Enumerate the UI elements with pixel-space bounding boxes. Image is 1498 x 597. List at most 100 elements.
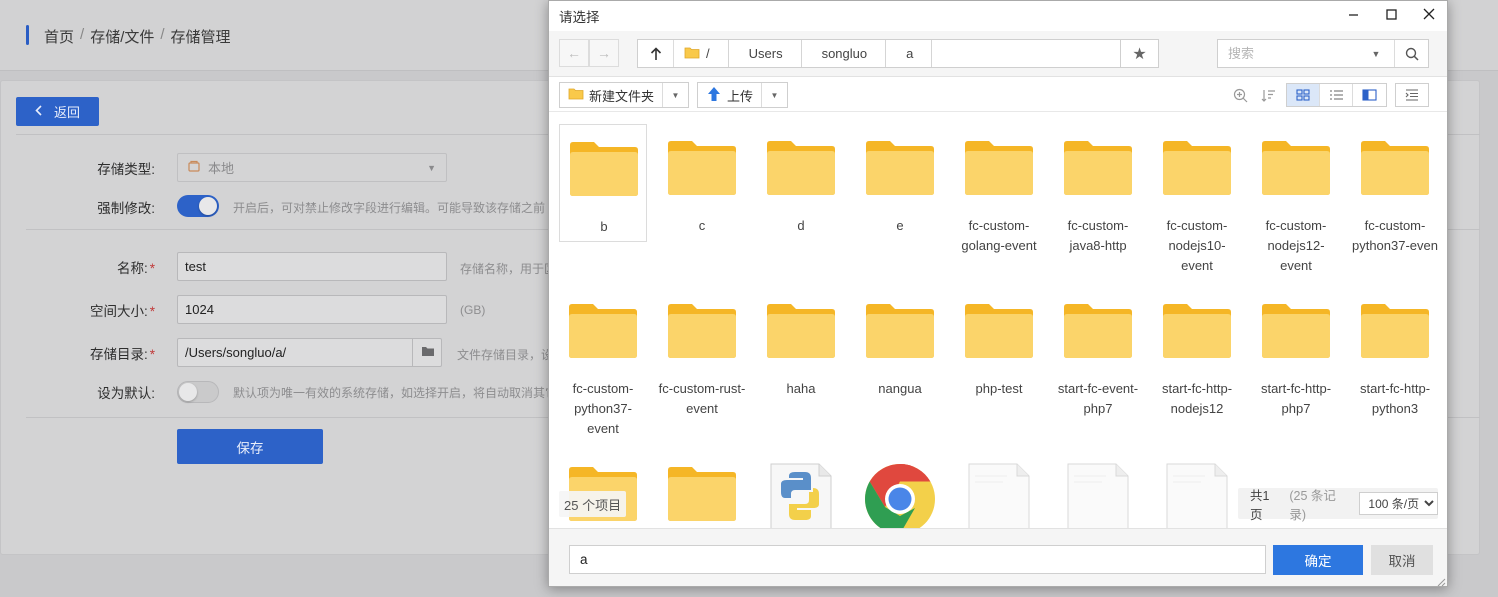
file-name: haha <box>786 381 816 396</box>
dir-hint: 文件存储目录，设 <box>457 348 554 362</box>
new-folder-button[interactable]: 新建文件夹 ▼ <box>559 82 690 108</box>
force-modify-hint: 开启后，可对禁止修改字段进行编辑。可能导致该存储之前 <box>233 201 546 215</box>
document-icon <box>963 462 1035 528</box>
size-unit-hint: (GB) <box>460 303 486 317</box>
file-name: d <box>797 218 805 233</box>
maximize-icon[interactable] <box>1379 4 1403 24</box>
file-name: fc-custom-nodejs12-event <box>1265 218 1327 273</box>
file-name: start-fc-http-python3 <box>1359 381 1431 416</box>
star-icon[interactable]: ★ <box>1120 39 1159 68</box>
default-label: 设为默认: <box>97 386 155 401</box>
save-button[interactable]: 保存 <box>177 429 323 464</box>
breadcrumb-storage-manage: 存储管理 <box>170 29 231 46</box>
toggle-panel-icon[interactable] <box>1395 83 1429 107</box>
list-view-icon[interactable] <box>1320 84 1353 106</box>
storage-type-value: 本地 <box>208 161 235 176</box>
size-input[interactable]: 1024 <box>177 295 447 324</box>
storage-type-label: 存储类型: <box>97 162 155 177</box>
chevron-left-icon <box>35 104 42 119</box>
path-segment-songluo[interactable]: songluo <box>802 40 887 67</box>
file-name: fc-custom-rust-event <box>658 381 746 416</box>
size-label: 空间大小: * <box>0 300 155 320</box>
force-modify-label: 强制修改: <box>97 201 155 216</box>
dialog-footer: 确定 取消 <box>549 528 1447 586</box>
title-accent <box>26 25 29 45</box>
path-root[interactable]: / <box>674 40 729 67</box>
forward-arrow-icon[interactable]: → <box>589 39 619 67</box>
chrome-icon <box>862 462 935 528</box>
name-label-text: 名称: <box>116 261 148 276</box>
folder-item[interactable]: b <box>559 124 647 242</box>
folder-icon <box>1062 138 1134 198</box>
name-hint: 存储名称，用于区 <box>460 262 557 276</box>
navigation-bar: ← → / Users songluo a ★ ▼ <box>549 31 1447 77</box>
python-file-icon <box>765 462 837 528</box>
storage-type-select[interactable]: 本地 ▼ <box>177 153 447 182</box>
force-modify-toggle[interactable] <box>177 195 219 217</box>
name-input[interactable]: test <box>177 252 447 281</box>
folder-icon <box>765 138 837 198</box>
caret-down-icon[interactable]: ▼ <box>662 83 688 107</box>
file-name: fc-custom-nodejs10-event <box>1166 218 1228 273</box>
breadcrumb-home[interactable]: 首页 <box>44 26 74 47</box>
folder-icon <box>1260 301 1332 361</box>
path-segment-a[interactable]: a <box>886 40 933 67</box>
cancel-button[interactable]: 取消 <box>1371 545 1433 575</box>
back-button[interactable]: 返回 <box>16 97 99 126</box>
upload-icon <box>706 86 722 105</box>
close-icon[interactable] <box>1417 4 1441 24</box>
file-name: c <box>698 218 706 233</box>
zoom-icon[interactable] <box>1229 84 1251 106</box>
file-toolbar: 新建文件夹 ▼ 上传 ▼ <box>549 78 1447 112</box>
selected-name-input[interactable] <box>569 545 1266 574</box>
document-icon <box>1161 462 1233 528</box>
dir-input[interactable]: /Users/songluo/a/ <box>177 338 442 367</box>
folder-icon <box>963 301 1035 361</box>
breadcrumb-separator: / <box>160 26 165 43</box>
breadcrumb-storage-file[interactable]: 存储/文件 <box>90 26 154 47</box>
path-segment-users[interactable]: Users <box>729 40 802 67</box>
page-size-select[interactable]: 100 条/页 <box>1359 492 1439 515</box>
file-name: nangua <box>878 381 922 396</box>
caret-down-icon[interactable]: ▼ <box>1368 49 1384 59</box>
back-arrow-icon[interactable]: ← <box>559 39 589 67</box>
folder-icon <box>1161 301 1233 361</box>
caret-down-icon: ▼ <box>427 162 436 173</box>
confirm-button[interactable]: 确定 <box>1273 545 1363 575</box>
resize-grip-icon[interactable] <box>1436 575 1446 587</box>
upload-button[interactable]: 上传 ▼ <box>697 82 789 108</box>
toggle-knob <box>199 197 217 215</box>
folder-icon <box>765 301 837 361</box>
page-count: 共1页 <box>1250 488 1270 522</box>
caret-down-icon[interactable]: ▼ <box>761 83 787 107</box>
browse-folder-button[interactable] <box>412 338 442 366</box>
breadcrumb-separator: / <box>80 26 85 43</box>
folder-icon <box>567 301 639 361</box>
search-input[interactable] <box>1218 40 1368 67</box>
folder-icon <box>963 138 1035 198</box>
required-mark: * <box>149 261 155 276</box>
folder-icon <box>568 87 584 103</box>
search-icon[interactable] <box>1394 40 1428 67</box>
file-grid: b c d e fc-custom-golang-event fc-custom-java… <box>557 122 1442 528</box>
dialog-title: 请选择 <box>559 10 600 25</box>
folder-icon <box>684 46 700 62</box>
folder-icon <box>666 301 738 361</box>
grid-view-icon[interactable] <box>1287 84 1320 106</box>
file-name: fc-custom-golang-event <box>961 218 1037 253</box>
folder-icon <box>1359 138 1431 198</box>
item-count: 25 个项目 <box>559 491 627 517</box>
folder-icon <box>421 345 435 360</box>
new-folder-main[interactable]: 新建文件夹 <box>560 83 662 107</box>
upload-main[interactable]: 上传 <box>698 83 761 107</box>
size-label-text: 空间大小: <box>89 304 148 319</box>
detail-view-icon[interactable] <box>1353 84 1386 106</box>
default-toggle[interactable] <box>177 381 219 403</box>
minimize-icon[interactable] <box>1341 4 1365 24</box>
breadcrumb: 首页 / 存储/文件 / 存储管理 <box>44 26 231 47</box>
required-mark: * <box>149 304 155 319</box>
folder-icon <box>1260 138 1332 198</box>
sort-icon[interactable] <box>1257 84 1279 106</box>
up-arrow-icon[interactable] <box>638 40 674 67</box>
folder-icon <box>1359 301 1431 361</box>
